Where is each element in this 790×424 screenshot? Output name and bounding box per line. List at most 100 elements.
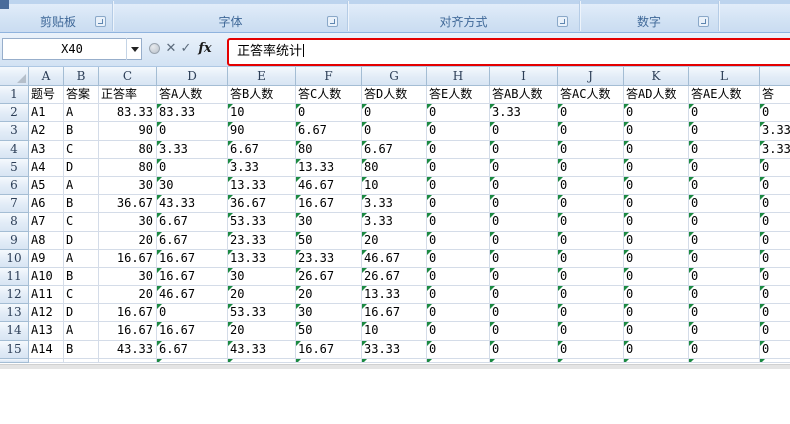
cell-count[interactable]: 6.67	[157, 232, 228, 250]
cell-partial[interactable]	[64, 359, 99, 363]
cell-count[interactable]: 0	[689, 250, 760, 268]
cell-count[interactable]: 20	[296, 286, 362, 304]
cell-count[interactable]: 0	[689, 159, 760, 177]
column-header-E[interactable]: E	[228, 67, 296, 86]
column-header-D[interactable]: D	[157, 67, 228, 86]
cell-count[interactable]: 0	[427, 141, 490, 159]
cell-question[interactable]: A2	[29, 122, 64, 140]
cell-partial[interactable]	[157, 359, 228, 363]
cell-count[interactable]: 6.67	[157, 213, 228, 231]
cell-count[interactable]: 16.67	[362, 304, 427, 322]
cell-count[interactable]: 0	[760, 250, 790, 268]
cell-count[interactable]: 0	[689, 341, 760, 359]
cell-count[interactable]: 0	[624, 304, 689, 322]
cell-count[interactable]: 0	[624, 141, 689, 159]
cell-count[interactable]: 0	[760, 177, 790, 195]
cell-count[interactable]: 0	[624, 213, 689, 231]
cell-count[interactable]: 0	[689, 141, 760, 159]
row-header-8[interactable]: 8	[0, 213, 29, 231]
cell-count[interactable]: 0	[490, 122, 558, 140]
header-cell[interactable]: 答B人数	[228, 86, 296, 104]
column-header-H[interactable]: H	[427, 67, 490, 86]
cell-partial[interactable]	[296, 359, 362, 363]
cell-question[interactable]: A10	[29, 268, 64, 286]
header-cell[interactable]: 答E人数	[427, 86, 490, 104]
cell-rate[interactable]: 30	[99, 177, 157, 195]
cell-rate[interactable]: 16.67	[99, 250, 157, 268]
cell-rate[interactable]: 20	[99, 286, 157, 304]
cell-answer[interactable]: D	[64, 232, 99, 250]
cell-count[interactable]: 10	[362, 177, 427, 195]
cell-count[interactable]: 0	[490, 159, 558, 177]
cell-count[interactable]: 0	[760, 268, 790, 286]
cell-count[interactable]: 46.67	[296, 177, 362, 195]
cell-count[interactable]: 6.67	[362, 141, 427, 159]
row-header-partial[interactable]	[0, 359, 29, 363]
cell-rate[interactable]: 30	[99, 213, 157, 231]
cell-rate[interactable]: 16.67	[99, 322, 157, 340]
cell-count[interactable]: 20	[228, 322, 296, 340]
cell-rate[interactable]: 90	[99, 122, 157, 140]
column-header-C[interactable]: C	[99, 67, 157, 86]
cell-question[interactable]: A8	[29, 232, 64, 250]
column-header-A[interactable]: A	[29, 67, 64, 86]
cell-count[interactable]: 43.33	[157, 195, 228, 213]
cell-count[interactable]: 0	[689, 213, 760, 231]
cell-count[interactable]: 16.67	[157, 322, 228, 340]
cell-answer[interactable]: C	[64, 141, 99, 159]
cell-count[interactable]: 26.67	[296, 268, 362, 286]
cell-count[interactable]: 16.67	[157, 250, 228, 268]
insert-function-icon[interactable]: fx	[196, 39, 214, 59]
cell-partial[interactable]	[624, 359, 689, 363]
cell-rate[interactable]: 20	[99, 232, 157, 250]
cell-count[interactable]: 0	[157, 159, 228, 177]
cell-question[interactable]: A7	[29, 213, 64, 231]
cell-count[interactable]: 0	[558, 322, 624, 340]
cell-question[interactable]: A6	[29, 195, 64, 213]
column-header-L[interactable]: L	[689, 67, 760, 86]
cell-count[interactable]: 0	[689, 304, 760, 322]
cell-count[interactable]: 0	[490, 268, 558, 286]
font-dialog-launcher-icon[interactable]	[327, 16, 338, 27]
cell-count[interactable]: 0	[624, 122, 689, 140]
column-header-B[interactable]: B	[64, 67, 99, 86]
cell-count[interactable]: 0	[427, 213, 490, 231]
cell-count[interactable]: 0	[427, 286, 490, 304]
cell-count[interactable]: 0	[624, 322, 689, 340]
row-header-9[interactable]: 9	[0, 232, 29, 250]
cell-answer[interactable]: A	[64, 104, 99, 122]
cell-count[interactable]: 0	[624, 177, 689, 195]
cell-count[interactable]: 90	[228, 122, 296, 140]
cell-count[interactable]: 0	[362, 122, 427, 140]
cell-partial[interactable]	[427, 359, 490, 363]
cell-rate[interactable]: 36.67	[99, 195, 157, 213]
cell-rate[interactable]: 80	[99, 159, 157, 177]
cell-count[interactable]: 0	[760, 159, 790, 177]
cell-partial[interactable]	[228, 359, 296, 363]
cell-count[interactable]: 13.33	[228, 250, 296, 268]
cell-count[interactable]: 83.33	[157, 104, 228, 122]
cell-count[interactable]: 0	[490, 250, 558, 268]
header-cell[interactable]: 答C人数	[296, 86, 362, 104]
row-header-13[interactable]: 13	[0, 304, 29, 322]
header-cell[interactable]: 答案	[64, 86, 99, 104]
name-box-dropdown-icon[interactable]	[126, 38, 142, 60]
cancel-icon[interactable]: ✕	[164, 39, 178, 59]
cell-count[interactable]: 0	[760, 104, 790, 122]
row-header-11[interactable]: 11	[0, 268, 29, 286]
cell-count[interactable]: 3.33	[157, 141, 228, 159]
number-dialog-launcher-icon[interactable]	[698, 16, 709, 27]
row-header-7[interactable]: 7	[0, 195, 29, 213]
cell-count[interactable]: 0	[624, 195, 689, 213]
cell-count[interactable]: 0	[490, 232, 558, 250]
cell-count[interactable]: 3.33	[362, 195, 427, 213]
cell-count[interactable]: 30	[157, 177, 228, 195]
cell-count[interactable]: 36.67	[228, 195, 296, 213]
cell-count[interactable]: 0	[427, 177, 490, 195]
cell-rate[interactable]: 83.33	[99, 104, 157, 122]
cell-count[interactable]: 0	[157, 304, 228, 322]
header-cell[interactable]: 答A人数	[157, 86, 228, 104]
column-header-I[interactable]: I	[490, 67, 558, 86]
cell-count[interactable]: 0	[490, 141, 558, 159]
row-header-5[interactable]: 5	[0, 159, 29, 177]
